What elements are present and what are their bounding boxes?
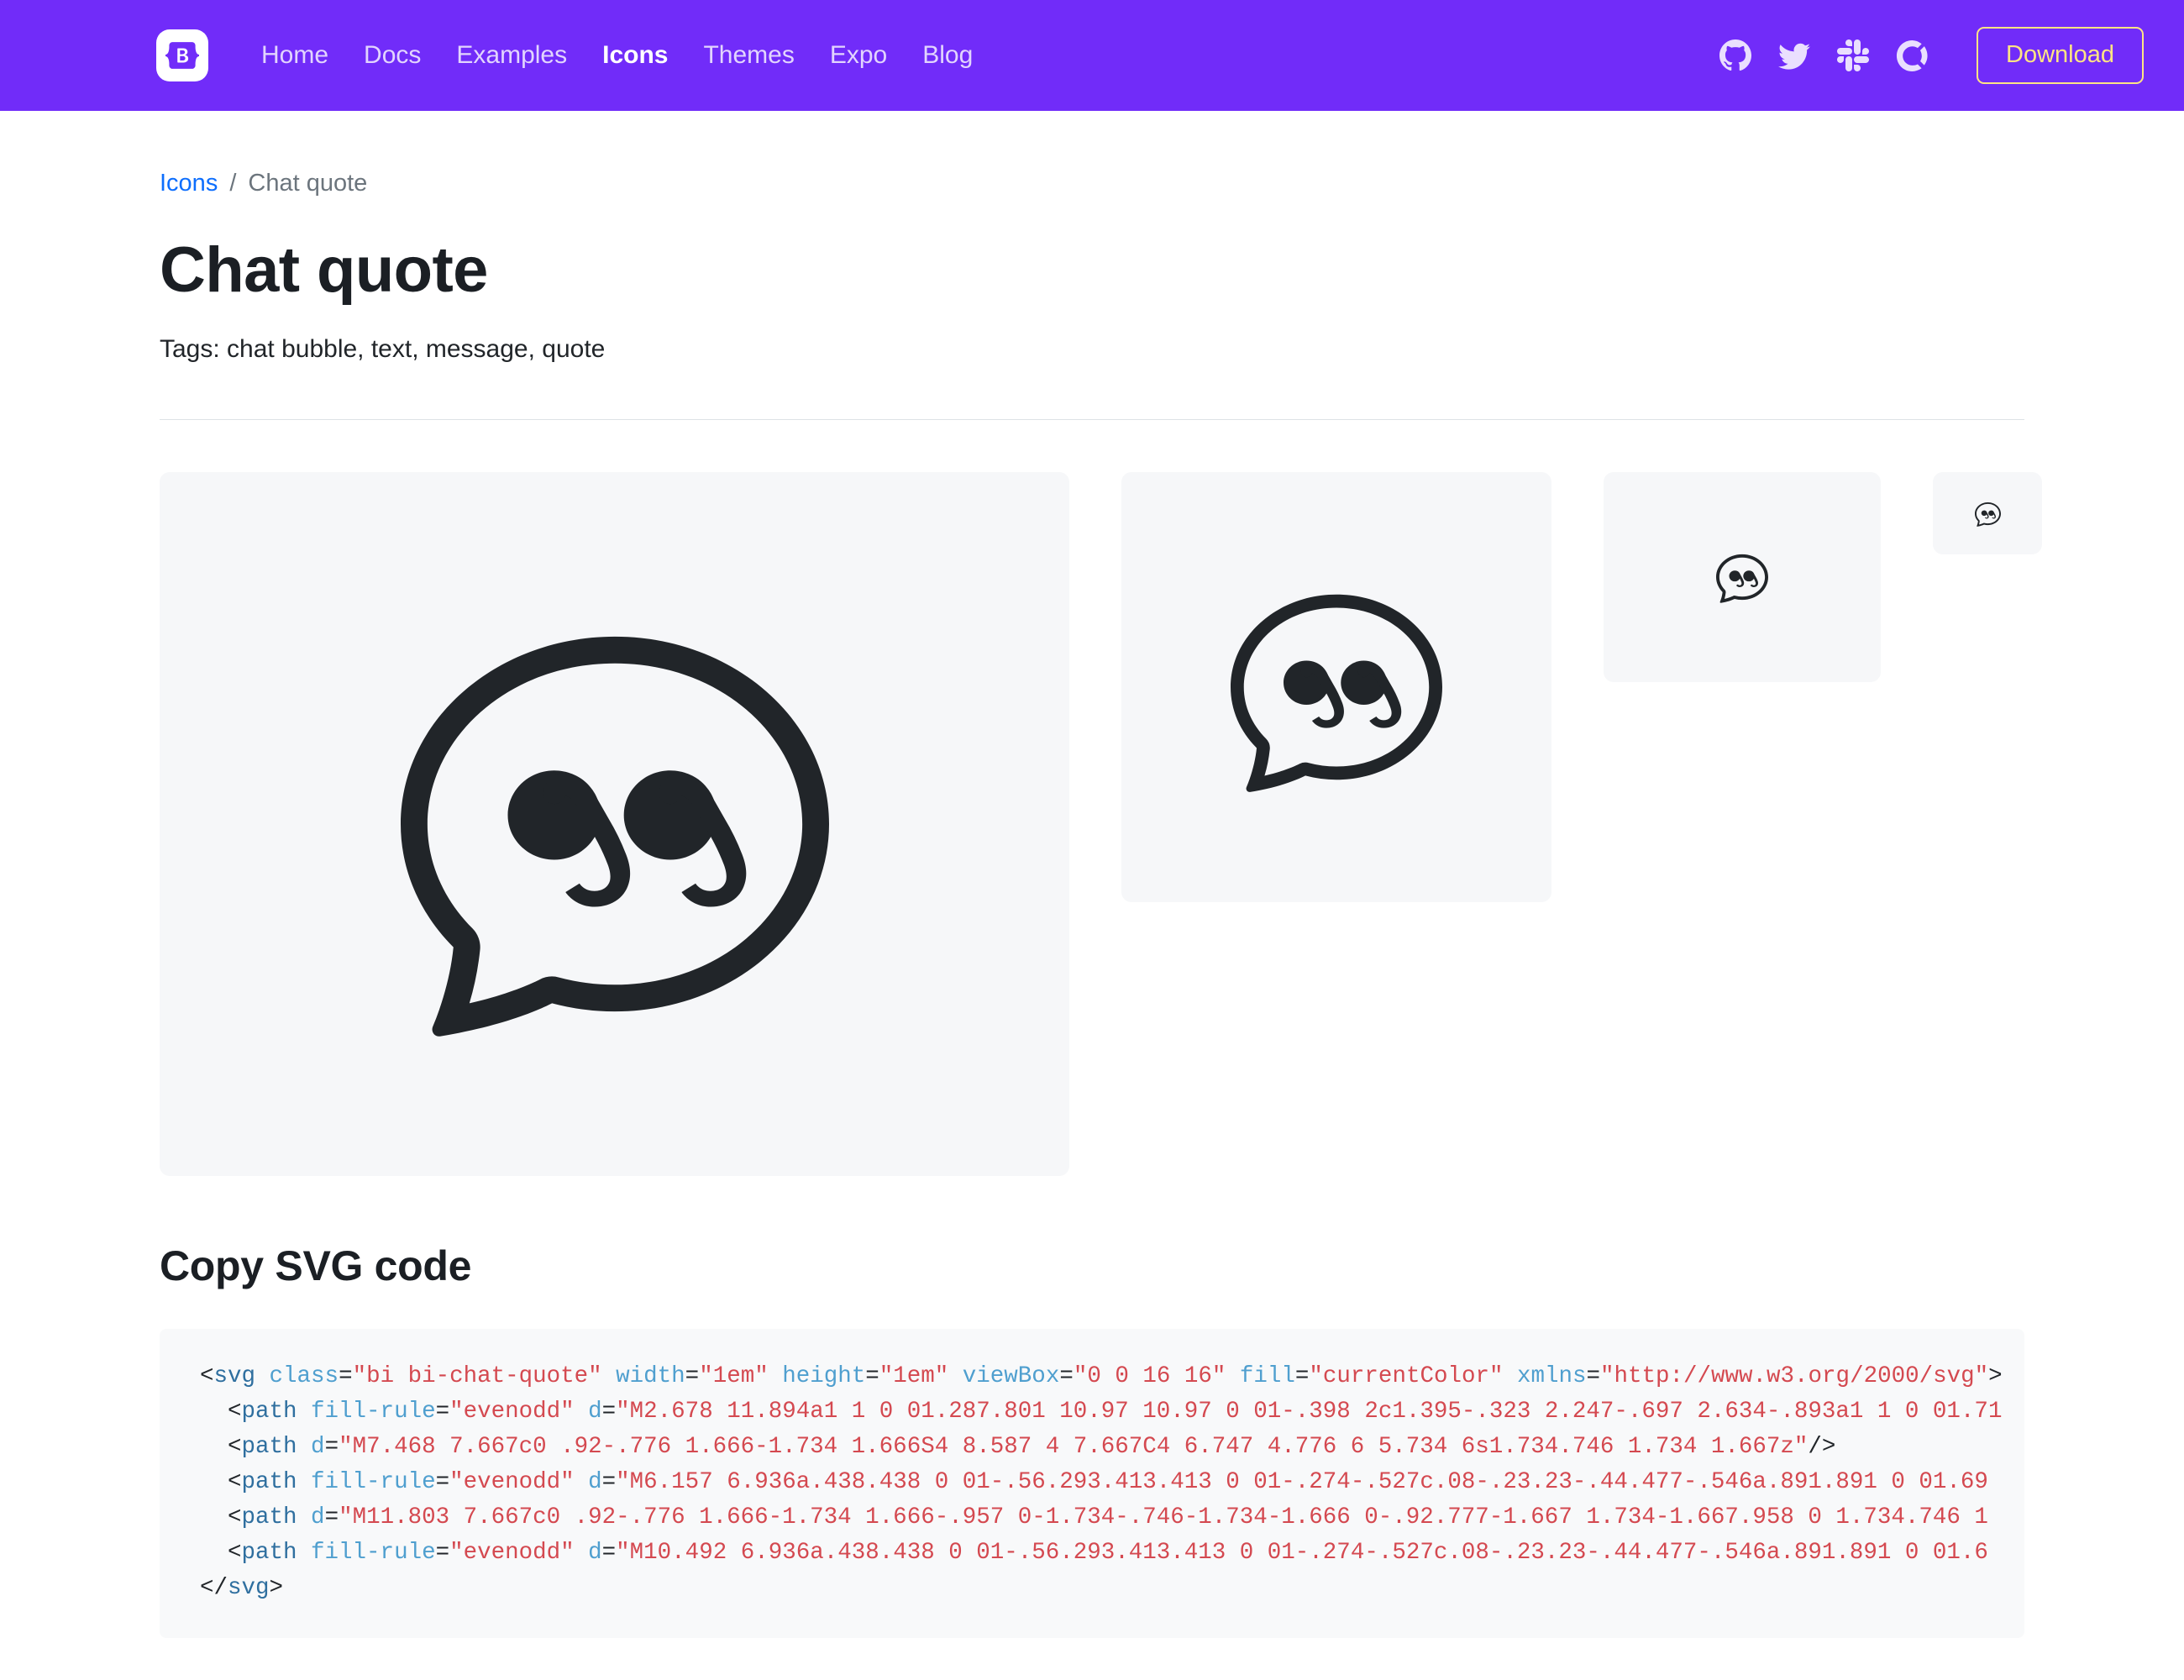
page-container: Icons / Chat quote Chat quote Tags: chat… bbox=[0, 111, 2184, 1639]
svg-code-text[interactable]: <svg class="bi bi-chat-quote" width="1em… bbox=[160, 1359, 2024, 1606]
page-title: Chat quote bbox=[160, 234, 488, 306]
breadcrumb-current: Chat quote bbox=[248, 170, 368, 197]
chat-quote-icon bbox=[400, 637, 829, 1037]
icon-preview-4rem bbox=[1121, 472, 1551, 903]
svg-code-block[interactable]: <svg class="bi bi-chat-quote" width="1em… bbox=[160, 1329, 2024, 1639]
breadcrumb: Icons / Chat quote bbox=[160, 111, 2024, 200]
open-collective-icon[interactable] bbox=[1882, 39, 1941, 71]
open-collective-glyph bbox=[1896, 39, 1928, 71]
chat-quote-icon bbox=[1716, 554, 1768, 604]
slack-glyph bbox=[1837, 39, 1870, 71]
twitter-glyph bbox=[1778, 43, 1811, 70]
chat-quote-icon bbox=[1974, 501, 2001, 527]
chat-quote-icon bbox=[1231, 595, 1442, 793]
icon-tags: Tags: chat bubble, text, message, quote bbox=[160, 335, 606, 364]
icon-preview-1rem bbox=[1933, 472, 2042, 555]
nav-link-expo[interactable]: Expo bbox=[812, 43, 905, 68]
primary-nav: Home Docs Examples Icons Themes Expo Blo… bbox=[244, 43, 990, 68]
nav-link-examples[interactable]: Examples bbox=[438, 43, 585, 68]
breadcrumb-link-icons[interactable]: Icons bbox=[160, 168, 218, 200]
icon-preview-2rem bbox=[1604, 472, 1881, 683]
icon-preview-row bbox=[160, 472, 2042, 1177]
download-button[interactable]: Download bbox=[1977, 27, 2144, 84]
copy-svg-code-heading: Copy SVG code bbox=[160, 1242, 472, 1290]
twitter-icon[interactable] bbox=[1765, 39, 1824, 71]
navbar-left-group: Home Docs Examples Icons Themes Expo Blo… bbox=[0, 29, 990, 81]
github-icon[interactable] bbox=[1706, 39, 1765, 71]
nav-link-home[interactable]: Home bbox=[244, 43, 346, 68]
nav-link-blog[interactable]: Blog bbox=[905, 43, 990, 68]
top-navbar: Home Docs Examples Icons Themes Expo Blo… bbox=[0, 0, 2184, 111]
nav-link-icons[interactable]: Icons bbox=[585, 43, 685, 68]
bootstrap-logo-icon[interactable] bbox=[156, 29, 208, 81]
section-divider bbox=[160, 419, 2024, 421]
navbar-right-group: Download bbox=[1706, 27, 2144, 84]
github-glyph bbox=[1719, 39, 1752, 71]
slack-icon[interactable] bbox=[1824, 39, 1882, 71]
breadcrumb-separator: / bbox=[229, 170, 237, 197]
nav-link-themes[interactable]: Themes bbox=[685, 43, 811, 68]
bootstrap-b-glyph bbox=[165, 42, 199, 69]
nav-link-docs[interactable]: Docs bbox=[346, 43, 438, 68]
icon-preview-8rem bbox=[160, 472, 1069, 1177]
